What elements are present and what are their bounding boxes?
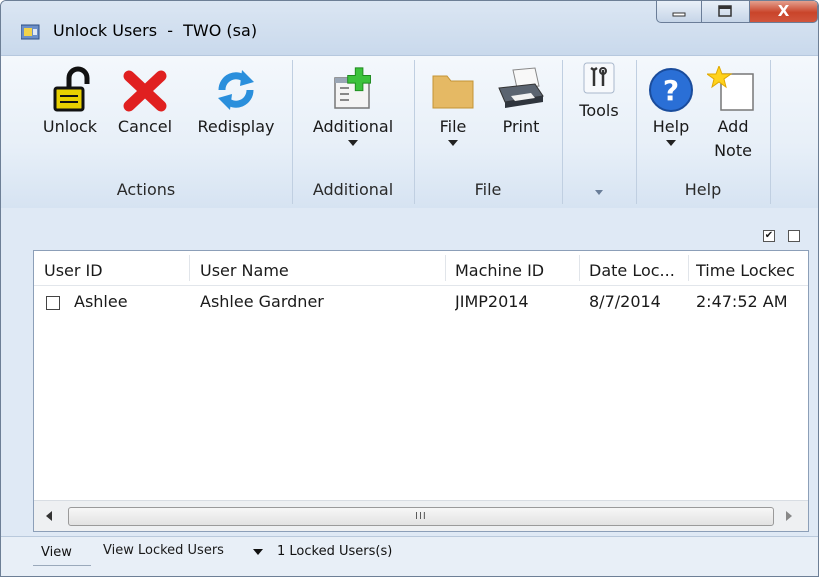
redisplay-button[interactable]: Redisplay bbox=[189, 66, 283, 140]
view-select[interactable]: View Locked Users bbox=[101, 541, 269, 563]
tools-label: Tools bbox=[579, 101, 619, 120]
actions-group-label: Actions bbox=[116, 180, 176, 199]
add-note-label-2: Note bbox=[714, 141, 752, 160]
cell-user-id: Ashlee bbox=[74, 292, 128, 311]
cancel-icon bbox=[123, 70, 167, 112]
close-button[interactable]: X bbox=[750, 1, 818, 23]
add-note-label-1: Add bbox=[717, 117, 749, 136]
unmark-all-checkbox[interactable] bbox=[788, 230, 800, 242]
column-header-date-locked[interactable]: Date Loc... bbox=[589, 251, 685, 285]
column-divider[interactable] bbox=[579, 255, 580, 281]
status-bar: View View Locked Users 1 Locked Users(s) bbox=[1, 536, 818, 576]
view-underline bbox=[33, 565, 91, 566]
chevron-down-icon bbox=[666, 140, 676, 146]
tools-group-options[interactable] bbox=[563, 180, 635, 195]
maximize-button[interactable] bbox=[702, 1, 750, 23]
cancel-label: Cancel bbox=[117, 117, 173, 136]
refresh-icon bbox=[218, 70, 254, 110]
scroll-left-icon[interactable] bbox=[46, 511, 52, 521]
column-divider[interactable] bbox=[189, 255, 190, 281]
row-select-checkbox[interactable] bbox=[46, 296, 60, 310]
column-header-machine-id[interactable]: Machine ID bbox=[455, 251, 575, 285]
app-icon bbox=[21, 24, 40, 40]
cell-user-name: Ashlee Gardner bbox=[200, 292, 324, 311]
print-button[interactable]: Print bbox=[493, 66, 549, 140]
minimize-button[interactable] bbox=[656, 1, 702, 23]
chevron-down-icon bbox=[448, 140, 458, 146]
column-header-user-name[interactable]: User Name bbox=[200, 251, 440, 285]
additional-window-icon bbox=[334, 67, 371, 109]
help-button[interactable]: ? Help bbox=[645, 66, 697, 146]
unlock-users-window: Unlock Users - TWO (sa) X Unlock Cancel … bbox=[0, 0, 819, 577]
add-note-icon bbox=[707, 66, 754, 111]
chevron-down-icon bbox=[253, 549, 263, 555]
content-area: ✔ User ID User Name Machine ID Date Loc.… bbox=[1, 208, 818, 536]
window-controls: X bbox=[656, 1, 818, 23]
file-group-label: File bbox=[474, 180, 502, 199]
unlock-label: Unlock bbox=[42, 117, 98, 136]
svg-text:?: ? bbox=[663, 74, 679, 107]
unlock-icon bbox=[53, 66, 90, 112]
tools-button[interactable]: Tools bbox=[569, 60, 629, 124]
mark-all-checkbox[interactable]: ✔ bbox=[763, 230, 775, 242]
add-note-button[interactable]: Add Note bbox=[705, 66, 761, 162]
tools-icon bbox=[583, 62, 615, 94]
ribbon-group-help: ? Help Add Note Help bbox=[637, 56, 769, 208]
cell-date-locked: 8/7/2014 bbox=[589, 292, 661, 311]
print-label: Print bbox=[502, 117, 540, 136]
additional-label: Additional bbox=[312, 117, 394, 136]
additional-button[interactable]: Additional bbox=[301, 66, 405, 146]
minimize-icon bbox=[672, 12, 686, 17]
chevron-down-icon bbox=[348, 140, 358, 146]
column-divider[interactable] bbox=[445, 255, 446, 281]
help-icon: ? bbox=[649, 68, 693, 112]
help-label: Help bbox=[652, 117, 690, 136]
title-bar: Unlock Users - TWO (sa) X bbox=[1, 1, 818, 55]
unlock-button[interactable]: Unlock bbox=[37, 66, 103, 140]
ribbon-group-file: File Print File bbox=[415, 56, 561, 208]
ribbon-group-tools: Tools bbox=[563, 56, 635, 208]
view-label: View bbox=[41, 545, 72, 560]
locked-users-grid: User ID User Name Machine ID Date Loc...… bbox=[33, 250, 809, 532]
table-row[interactable]: Ashlee Ashlee Gardner JIMP2014 8/7/2014 … bbox=[34, 287, 808, 317]
help-group-label: Help bbox=[684, 180, 722, 199]
redisplay-label: Redisplay bbox=[197, 117, 275, 136]
cancel-button[interactable]: Cancel bbox=[113, 66, 177, 140]
ribbon-divider bbox=[770, 60, 771, 204]
scroll-grip: III bbox=[415, 511, 427, 522]
close-icon: X bbox=[777, 2, 790, 20]
window-title: Unlock Users - TWO (sa) bbox=[53, 21, 258, 40]
horizontal-scrollbar[interactable]: III bbox=[34, 500, 808, 531]
additional-group-label: Additional bbox=[312, 180, 394, 199]
view-select-value: View Locked Users bbox=[103, 543, 224, 558]
ribbon-group-additional: Additional Additional bbox=[293, 56, 413, 208]
scroll-thumb[interactable]: III bbox=[68, 507, 774, 526]
cell-machine-id: JIMP2014 bbox=[455, 292, 529, 311]
chevron-down-icon bbox=[595, 190, 603, 195]
locked-users-count: 1 Locked Users(s) bbox=[277, 544, 393, 559]
ribbon-group-actions: Unlock Cancel Redisplay Actions bbox=[1, 56, 291, 208]
column-header-time-locked[interactable]: Time Lockec bbox=[696, 251, 808, 285]
scroll-right-icon[interactable] bbox=[786, 511, 792, 521]
column-divider[interactable] bbox=[688, 255, 689, 281]
file-button[interactable]: File bbox=[429, 66, 477, 146]
file-label: File bbox=[439, 117, 467, 136]
maximize-icon bbox=[718, 5, 732, 17]
ribbon: Unlock Cancel Redisplay Actions Addition… bbox=[1, 55, 818, 209]
printer-icon bbox=[498, 67, 544, 108]
grid-header: User ID User Name Machine ID Date Loc...… bbox=[34, 251, 808, 286]
folder-icon bbox=[432, 75, 474, 109]
cell-time-locked: 2:47:52 AM bbox=[696, 292, 788, 311]
column-header-user-id[interactable]: User ID bbox=[44, 251, 184, 285]
